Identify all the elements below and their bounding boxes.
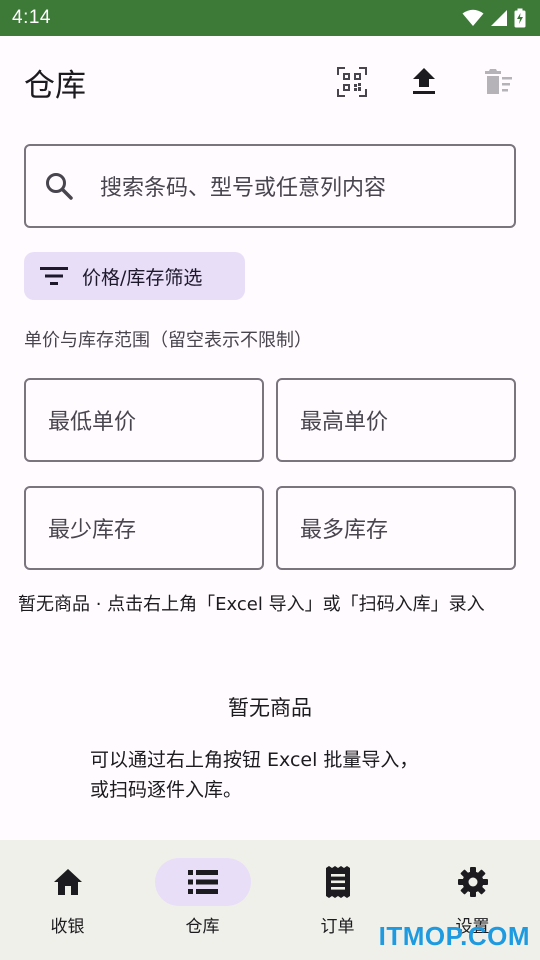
page-title: 仓库 <box>24 67 86 104</box>
gear-icon <box>457 867 488 897</box>
delete-sweep-icon <box>485 69 512 94</box>
filter-chip-label: 价格/库存筛选 <box>82 266 203 289</box>
min-stock-label: 最少库存 <box>48 518 137 543</box>
empty-state-description: 可以通过右上角按钮 Excel 批量导入， 或扫码逐件入库。 <box>90 745 490 805</box>
price-stock-filter-chip[interactable]: 价格/库存筛选 <box>24 252 245 300</box>
max-stock-label: 最多库存 <box>300 518 389 543</box>
nav-item-cashier[interactable]: 收银 <box>0 840 135 960</box>
search-placeholder: 搜索条码、型号或任意列内容 <box>100 176 387 201</box>
nav-icon-container <box>425 858 521 906</box>
nav-icon-container <box>290 858 386 906</box>
scan-button[interactable] <box>334 64 370 100</box>
min-stock-field[interactable]: 最少库存 <box>24 486 264 570</box>
top-app-bar: 仓库 <box>0 36 540 128</box>
filter-list-icon <box>40 267 68 285</box>
max-price-label: 最高单价 <box>300 410 389 435</box>
nav-item-warehouse[interactable]: 仓库 <box>135 840 270 960</box>
search-input[interactable]: 搜索条码、型号或任意列内容 <box>24 144 516 228</box>
empty-state-title: 暂无商品 <box>228 696 312 720</box>
list-icon <box>187 870 218 894</box>
signal-icon <box>491 10 507 26</box>
max-stock-field[interactable]: 最多库存 <box>276 486 516 570</box>
empty-state-line-2: 或扫码逐件入库。 <box>90 779 243 801</box>
clear-all-button[interactable] <box>478 64 514 100</box>
nav-label-cashier: 收银 <box>50 917 85 937</box>
nav-label-orders: 订单 <box>320 917 355 937</box>
nav-icon-container-active <box>154 858 251 906</box>
range-section-label: 单价与库存范围（留空表示不限制） <box>24 330 312 351</box>
watermark-logo: ITMOP.COM <box>378 921 530 951</box>
min-price-label: 最低单价 <box>48 410 137 435</box>
nav-icon-container <box>20 858 116 906</box>
search-icon <box>46 173 73 200</box>
home-icon <box>53 869 82 895</box>
min-price-field[interactable]: 最低单价 <box>24 378 264 462</box>
toolbar-actions <box>334 64 514 100</box>
excel-import-button[interactable] <box>406 64 442 100</box>
status-bar: 4:14 <box>0 0 540 36</box>
battery-icon <box>514 8 526 28</box>
upload-icon <box>413 68 435 94</box>
wifi-icon <box>462 9 484 26</box>
status-icons <box>462 8 526 28</box>
qr-scan-icon <box>337 67 367 97</box>
status-time: 4:14 <box>12 7 51 28</box>
receipt-icon <box>325 866 350 898</box>
empty-hint-text: 暂无商品 · 点击右上角「Excel 导入」或「扫码入库」录入 <box>18 594 485 615</box>
nav-label-warehouse: 仓库 <box>185 917 220 937</box>
empty-state-line-1: 可以通过右上角按钮 Excel 批量导入， <box>90 749 419 771</box>
max-price-field[interactable]: 最高单价 <box>276 378 516 462</box>
